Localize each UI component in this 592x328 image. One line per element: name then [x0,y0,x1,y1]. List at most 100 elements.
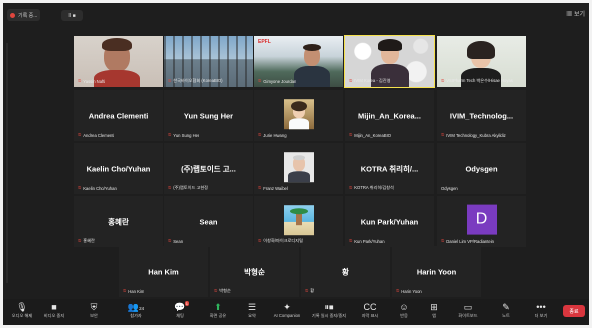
more-icon: ••• [536,302,546,312]
participant-tile[interactable]: Andrea Clementi ⦸ Andrea Clementi [74,90,163,141]
mic-muted-icon: ⦸ [78,132,82,138]
zoom-meeting-window: 기록 중... II ■ ▦ 보기 ⦸ Yassin Nafti ⦸ 한국바이오협회… [3,3,589,325]
participant-tile[interactable]: ⦸ Jurie Hwang [254,90,343,141]
summary-button[interactable]: ☰ 요약 [235,301,269,319]
participant-name: Mijin_An_Korea... [358,111,421,120]
chat-button[interactable]: 💬 1 채팅 [163,301,197,319]
participant-tile[interactable]: 홍혜란 ⦸ 홍혜란 [74,196,163,247]
participant-label: ⦸ VSIPharm Tech 박은수/Hisae Hoyas [441,78,513,84]
participant-tile[interactable]: Sean ⦸ Sean [164,196,253,247]
mic-muted-icon: ⦸ [214,288,218,294]
chat-icon: 💬 [174,302,186,312]
share-screen-button[interactable]: ⬆ 화면 공유 [201,301,235,319]
participants-count: 24 [139,306,145,311]
participant-label: ⦸ KOTRA 취리히/김창석 [349,185,394,191]
participants-icon: 👥24 [127,302,145,312]
participant-name: Kaelin Cho/Yuhan [86,164,151,173]
end-meeting-button[interactable]: 종료 [563,305,585,317]
mic-muted-icon: ⦸ [258,132,262,138]
profile-photo [283,98,314,129]
participant-label: ⦸ Harin Yoon [396,288,422,294]
participant-tile[interactable]: Harin Yoon ⦸ Harin Yoon [392,246,481,297]
video-button[interactable]: ■ 비디오 중지 [37,301,71,319]
audio-button[interactable]: 🎙 오디오 해제 [5,301,39,319]
participant-label: ⦸ 이창화/마이크로디지털 [258,238,303,244]
participant-tile[interactable]: Mijin_An_Korea... ⦸ Mijin_An_KoreaBIO [345,90,434,141]
view-label: 보기 [573,12,585,18]
apps-button[interactable]: ⊞ 앱 [417,301,451,319]
view-button[interactable]: ▦ 보기 [566,9,585,18]
shield-icon: ⛨ [90,302,98,312]
video-tile[interactable]: EPFL ⦸ Gimyone Jourdan [254,36,343,87]
recording-controls[interactable]: II ■ [61,10,83,21]
video-tile[interactable]: ⦸ 한국바이오협회 (KoreaBIO) [164,36,253,87]
video-tile[interactable]: ⦸ VSIPharm Tech 박은수/Hisae Hoyas [437,36,526,87]
video-tile[interactable]: ⦸ Yassin Nafti [74,36,163,87]
record-controls-button[interactable]: ⏸⏹ 기록 일시 중지/중지 [309,301,349,319]
chat-label: 채팅 [176,313,184,318]
active-speaker-tile[interactable]: ⦸ IVIM Korea - 김진영 [344,35,435,88]
summary-icon: ☰ [247,302,257,312]
camera-icon: ■ [51,302,57,312]
record-dot-icon [10,12,15,18]
recording-indicator[interactable]: 기록 중... [7,9,41,21]
profile-photo [283,151,314,182]
avatar: D [466,204,497,235]
notes-label: 노트 [502,313,510,318]
participant-label: ⦸ (주)랩토이드 고현정 [168,185,209,191]
participant-tile[interactable]: Kaelin Cho/Yuhan ⦸ Kaelin Cho/Yuhan [74,143,163,194]
summary-label: 요약 [248,313,256,318]
participant-name: 홍혜란 [108,217,129,226]
mic-muted-icon: ⦸ [168,78,172,84]
reactions-label: 반응 [400,313,408,318]
participant-tile[interactable]: Kun Park/Yuhan ⦸ Kun Park/Yuhan [345,196,434,247]
captions-button[interactable]: CC 자막 표시 [353,301,387,319]
notes-button[interactable]: ✎ 노트 [489,301,523,319]
participant-tile[interactable]: 황 ⦸ 황 [301,246,390,297]
participant-label: ⦸ Franz Waibel [258,185,288,191]
sparkle-icon: ✦ [283,302,291,312]
mic-muted-icon: ⦸ [168,132,172,138]
participant-tile[interactable]: KOTRA 취리히/... ⦸ KOTRA 취리히/김창석 [345,143,434,194]
participant-tile[interactable]: IVIM_Technolog... ⦸ IVIM Technology_Kubra… [437,90,526,141]
participant-name: KOTRA 취리히/... [360,164,419,173]
participant-tile[interactable]: (주)랩토이드 고... ⦸ (주)랩토이드 고현정 [164,143,253,194]
ai-companion-button[interactable]: ✦ AI Companion [270,301,304,318]
participant-tile[interactable]: 박형순 ⦸ 박형순 [210,246,299,297]
participant-tile[interactable]: Han Kim ⦸ Han Kim [119,246,208,297]
participant-name: 박형순 [244,267,265,276]
mic-muted-icon: ⦸ [349,185,353,191]
participant-label: ⦸ Kun Park/Yuhan [349,238,385,244]
mic-muted-icon: ⦸ [349,238,353,244]
participant-tile[interactable]: D ⦸ Daniel Lim VP/Radiantein [437,196,526,247]
more-button[interactable]: ••• 더 보기 [524,301,558,319]
participant-label: ⦸ Yassin Nafti [78,78,106,84]
mic-muted-icon: ⦸ [441,132,445,138]
participant-name: Andrea Clementi [88,111,149,120]
record-label: 기록 일시 중지/중지 [311,313,347,318]
participant-tile[interactable]: Odysgen Odysgen [437,143,526,194]
captions-label: 자막 표시 [361,313,379,318]
mic-muted-icon: ⦸ [258,185,262,191]
participant-label: ⦸ Han Kim [123,288,145,294]
participant-name: Odysgen [465,164,498,173]
cc-icon: CC [363,302,377,312]
apps-label: 앱 [432,313,436,318]
participant-tile[interactable]: ⦸ 이창화/마이크로디지털 [254,196,343,247]
share-screen-icon: ⬆ [214,302,222,312]
more-label: 더 보기 [534,313,548,318]
reactions-button[interactable]: ☺ 반응 [387,301,421,319]
participant-name: Sean [199,217,218,226]
mic-muted-icon: ⦸ [78,238,82,244]
mic-muted-icon: ⦸ [349,132,353,138]
security-button[interactable]: ⛨ 보안 [77,301,111,319]
video-label: 비디오 중지 [43,313,65,318]
participants-button[interactable]: 👥24 참가자 [119,301,153,319]
participant-label: ⦸ Yun Sung Her [168,132,200,138]
whiteboard-button[interactable]: ▭ 화이트보드 [451,301,485,319]
mic-muted-icon: ⦸ [258,238,262,244]
participant-tile[interactable]: ⦸ Franz Waibel [254,143,343,194]
participant-tile[interactable]: Yun Sung Her ⦸ Yun Sung Her [164,90,253,141]
whiteboard-icon: ▭ [463,302,473,312]
mic-muted-icon: ⦸ [123,288,127,294]
